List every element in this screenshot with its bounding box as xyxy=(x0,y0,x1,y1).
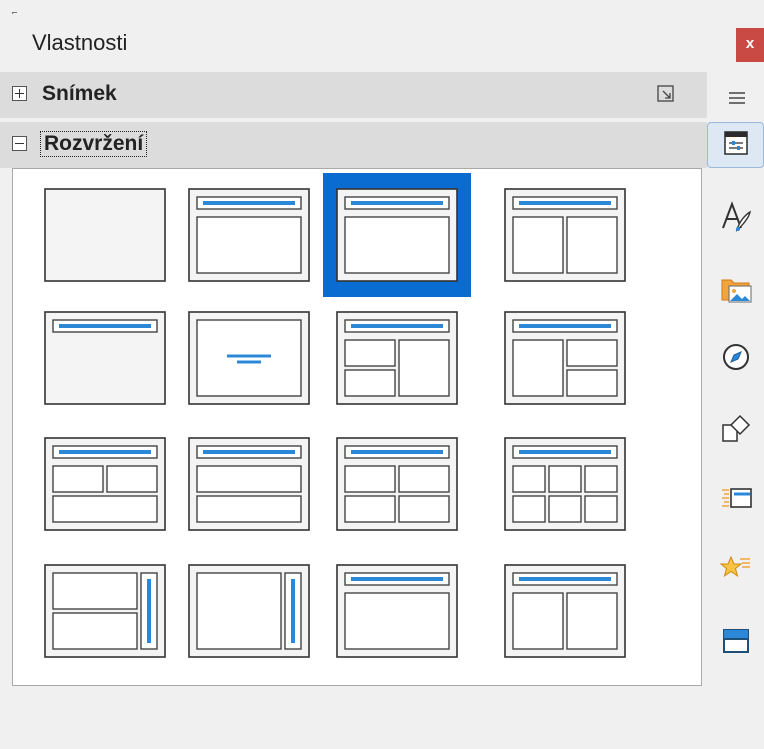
layout-thumbnail-icon xyxy=(336,564,458,658)
layout-vertical-title-vertical-text[interactable] xyxy=(175,549,323,673)
tab-shapes[interactable] xyxy=(707,408,764,454)
layout-centered-text[interactable] xyxy=(175,296,323,420)
layout-title-content[interactable] xyxy=(323,173,471,297)
slide-transition-icon xyxy=(720,481,752,518)
layout-title-vertical-text[interactable] xyxy=(323,549,471,673)
layout-thumbnail-icon xyxy=(504,564,626,658)
layout-title-content-over-content[interactable] xyxy=(175,422,323,546)
layout-title-6-content[interactable] xyxy=(491,422,639,546)
tab-animation[interactable] xyxy=(707,546,764,592)
gallery-icon xyxy=(719,272,753,311)
layout-title-only[interactable] xyxy=(31,296,179,420)
layout-thumbnail-icon xyxy=(336,311,458,405)
tab-slide-transition[interactable] xyxy=(707,476,764,522)
tab-navigator[interactable] xyxy=(707,336,764,382)
layout-title-vertical-text-clipart[interactable] xyxy=(491,549,639,673)
section-header-rozvrzeni[interactable]: Rozvržení xyxy=(0,122,707,168)
tab-gallery[interactable] xyxy=(707,268,764,314)
expand-plus-icon[interactable] xyxy=(12,86,27,101)
close-button[interactable]: x xyxy=(736,28,764,62)
navigator-icon xyxy=(720,341,752,378)
deck-title: Vlastnosti xyxy=(32,30,128,55)
layout-title-2-content[interactable] xyxy=(491,173,639,297)
section-title-snimek: Snímek xyxy=(42,82,117,105)
layouts-panel xyxy=(12,168,702,686)
layout-thumbnail-icon xyxy=(336,437,458,531)
animation-icon xyxy=(719,551,752,588)
more-options-icon[interactable] xyxy=(656,84,676,104)
tab-styles[interactable] xyxy=(707,196,764,242)
collapse-minus-icon[interactable] xyxy=(12,136,27,151)
layout-thumbnail-icon xyxy=(504,437,626,531)
layout-title-2content-top-content[interactable] xyxy=(31,422,179,546)
layout-thumbnail-icon xyxy=(336,188,458,282)
layout-thumbnail-icon xyxy=(44,311,166,405)
layout-thumbnail-icon xyxy=(44,188,166,282)
layout-title-centered-text[interactable] xyxy=(175,173,323,297)
shapes-icon xyxy=(720,413,752,450)
layout-thumbnail-icon xyxy=(188,311,310,405)
section-header-snimek[interactable]: Snímek xyxy=(0,72,707,118)
styles-icon xyxy=(719,200,753,239)
layout-thumbnail-icon xyxy=(504,311,626,405)
layout-thumbnail-icon xyxy=(188,188,310,282)
master-slides-icon xyxy=(721,626,751,661)
layout-thumbnail-icon xyxy=(188,564,310,658)
layout-thumbnail-icon xyxy=(44,564,166,658)
layout-title-4-content[interactable] xyxy=(323,422,471,546)
section-title-rozvrzeni: Rozvržení xyxy=(40,131,148,157)
layout-title-2content-left-content-right[interactable] xyxy=(323,296,471,420)
layout-thumbnail-icon xyxy=(504,188,626,282)
layout-title-content-left-2content-right[interactable] xyxy=(491,296,639,420)
properties-icon xyxy=(721,128,751,163)
layout-thumbnail-icon xyxy=(188,437,310,531)
hamburger-menu-icon[interactable] xyxy=(725,86,749,110)
tab-master-slides[interactable] xyxy=(707,620,764,666)
layout-blank[interactable] xyxy=(31,173,179,297)
tab-properties[interactable] xyxy=(707,122,764,168)
layout-thumbnail-icon xyxy=(44,437,166,531)
layout-vertical-title-text-chart[interactable] xyxy=(31,549,179,673)
